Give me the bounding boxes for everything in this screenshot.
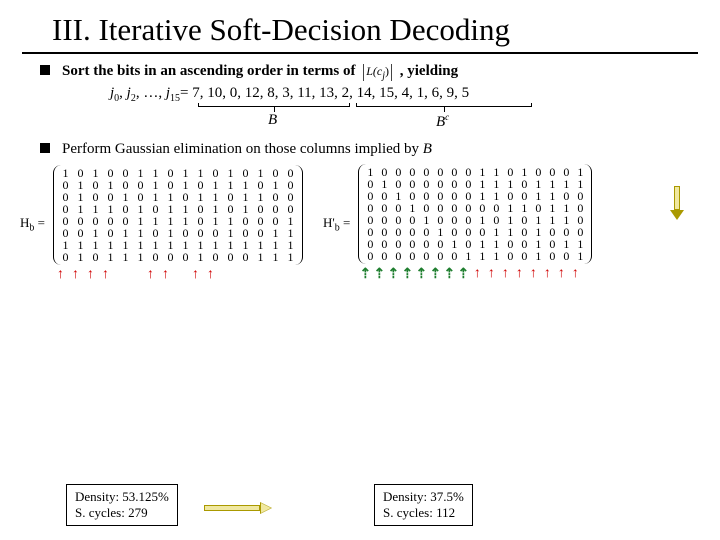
matrix-A: 1010011011010100010100101011101001001011…	[53, 165, 303, 283]
spacer	[233, 267, 248, 283]
slide-title: III. Iterative Soft-Decision Decoding	[22, 0, 698, 54]
metric-expr: L(cj)	[363, 64, 392, 81]
up-arrow-icon: ↑	[540, 266, 554, 283]
bullet1-post: , yielding	[400, 63, 458, 79]
up-arrow-icon: ↑	[526, 266, 540, 283]
up-arrow-icon: ↑	[203, 267, 218, 283]
spacer	[218, 267, 233, 283]
matrix-B: 1000000011010001010000001110111100100000…	[358, 164, 592, 283]
matrix-area: Hb = 10100110110101000101001010111010010…	[20, 164, 700, 283]
arrow-right-icon	[204, 502, 272, 514]
up-arrow-icon: ↑	[53, 267, 68, 283]
up-dash-arrow-icon: ⇡	[400, 266, 414, 283]
up-arrow-icon: ↑	[83, 267, 98, 283]
spacer	[113, 267, 128, 283]
arrow-down-icon	[670, 186, 684, 220]
up-arrow-icon: ↑	[484, 266, 498, 283]
matrix-row: 0101110001000111	[58, 251, 298, 263]
up-arrow-icon: ↑	[568, 266, 582, 283]
up-arrow-icon: ↑	[554, 266, 568, 283]
brace-row: B Bc	[110, 106, 720, 132]
bullet2-B: B	[423, 141, 432, 157]
up-arrow-icon: ↑	[68, 267, 83, 283]
matB-label: H'b =	[323, 215, 350, 234]
bullet2-text: Perform Gaussian elimination on those co…	[62, 141, 423, 157]
bullet1-pre: Sort the bits in an ascending order in t…	[62, 63, 355, 79]
stat1-density: Density: 53.125%	[75, 489, 169, 505]
spacer	[263, 267, 278, 283]
stat2-density: Density: 37.5%	[383, 489, 464, 505]
up-arrow-icon: ↑	[143, 267, 158, 283]
up-dash-arrow-icon: ⇡	[442, 266, 456, 283]
up-dash-arrow-icon: ⇡	[358, 266, 372, 283]
matA-label: Hb =	[20, 215, 45, 234]
label-Bc: Bc	[436, 112, 449, 131]
up-dash-arrow-icon: ⇡	[428, 266, 442, 283]
up-arrow-icon: ↑	[498, 266, 512, 283]
up-arrow-icon: ↑	[98, 267, 113, 283]
matrix-row: 0000000111001001	[363, 250, 587, 262]
up-arrow-icon: ↑	[188, 267, 203, 283]
up-arrow-icon: ↑	[512, 266, 526, 283]
bullet-2: Perform Gaussian elimination on those co…	[40, 140, 680, 158]
bullet-icon	[40, 143, 50, 153]
bullet-icon	[40, 65, 50, 75]
up-dash-arrow-icon: ⇡	[386, 266, 400, 283]
up-dash-arrow-icon: ⇡	[456, 266, 470, 283]
up-arrow-icon: ↑	[158, 267, 173, 283]
stats-left: Density: 53.125% S. cycles: 279	[66, 484, 178, 526]
spacer	[128, 267, 143, 283]
j-sequence: j0, j2, …, j15= 7, 10, 0, 12, 8, 3, 11, …	[110, 85, 720, 104]
up-dash-arrow-icon: ⇡	[372, 266, 386, 283]
stat1-cycles: S. cycles: 279	[75, 505, 169, 521]
label-B: B	[268, 112, 277, 129]
spacer	[248, 267, 263, 283]
stats-right: Density: 37.5% S. cycles: 112	[374, 484, 473, 526]
stat2-cycles: S. cycles: 112	[383, 505, 464, 521]
up-arrow-icon: ↑	[470, 266, 484, 283]
spacer	[173, 267, 188, 283]
bullet-1: Sort the bits in an ascending order in t…	[40, 62, 680, 81]
spacer	[278, 267, 293, 283]
up-dash-arrow-icon: ⇡	[414, 266, 428, 283]
